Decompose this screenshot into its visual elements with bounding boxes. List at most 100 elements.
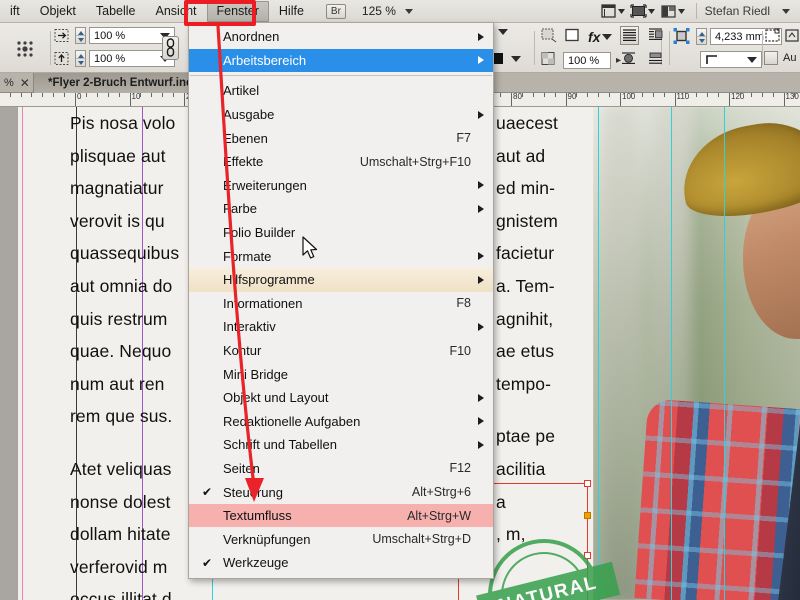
opacity-swatch-icon[interactable] — [563, 27, 582, 46]
menu-item-effekte[interactable]: Effekte Umschalt+Strg+F10 — [189, 150, 493, 174]
menu-item-kontur[interactable]: Kontur F10 — [189, 339, 493, 363]
menu-item-erweiterungen[interactable]: Erweiterungen — [189, 174, 493, 198]
menu-tabelle[interactable]: Tabelle — [86, 1, 146, 22]
menu-item-redaktionelle-aufgaben[interactable]: Redaktionelle Aufgaben — [189, 410, 493, 434]
body-text-line: facietur — [496, 243, 555, 264]
frame-handle-tr[interactable] — [584, 480, 591, 487]
mid-dropdown-2[interactable] — [492, 53, 521, 64]
menu-item-farbe[interactable]: Farbe — [189, 197, 493, 221]
view-mode-icon[interactable] — [630, 3, 656, 20]
ruler-label: 90 — [567, 93, 577, 101]
arrange-documents-icon[interactable] — [660, 3, 686, 20]
wrap-object-shape-icon[interactable] — [620, 50, 639, 69]
ruler-minor-tick — [173, 93, 175, 97]
menu-item-objekt-und-layout[interactable]: Objekt und Layout — [189, 386, 493, 410]
menu-item-arbeitsbereich[interactable]: Arbeitsbereich — [189, 48, 493, 73]
body-text-line: agnihit, — [496, 308, 554, 329]
photo-image[interactable] — [593, 107, 800, 600]
mid-dropdown-1[interactable] — [498, 29, 508, 35]
scale-y-icon — [54, 51, 69, 65]
menu-item-verknüpfungen[interactable]: Verknüpfungen Umschalt+Strg+D — [189, 527, 493, 551]
menu-item-label: Anordnen — [223, 29, 280, 45]
menu-item-textumfluss[interactable]: Textumfluss Alt+Strg+W — [189, 503, 493, 528]
chevron-down-icon[interactable] — [747, 56, 757, 63]
stroke-weight-stepper[interactable] — [696, 28, 707, 45]
user-menu-chevron-icon[interactable] — [782, 8, 790, 14]
menu-item-anordnen[interactable]: Anordnen — [189, 25, 493, 49]
menu-item-interaktiv[interactable]: Interaktiv — [189, 315, 493, 339]
menu-item-label: Interaktiv — [223, 319, 276, 335]
scale-y-group[interactable]: 100 % — [54, 50, 175, 67]
menu-item-werkzeuge[interactable]: ✔ Werkzeuge — [189, 551, 493, 575]
transparency-grid-icon[interactable] — [540, 51, 559, 70]
scale-y-stepper[interactable] — [75, 50, 86, 67]
menu-item-informationen[interactable]: Informationen F8 — [189, 292, 493, 316]
chevron-down-icon[interactable] — [498, 29, 508, 35]
opacity-group[interactable]: 100 % ▸ — [540, 51, 621, 70]
body-text-line: ae etus — [496, 341, 555, 362]
menu-item-formate[interactable]: Formate — [189, 244, 493, 268]
menu-item-label: Verknüpfungen — [223, 531, 311, 547]
constrain-proportions-button[interactable] — [162, 36, 179, 60]
menu-item-seiten[interactable]: Seiten F12 — [189, 457, 493, 481]
ruler-minor-tick — [630, 93, 632, 97]
menu-item-schrift-und-tabellen[interactable]: Schrift und Tabellen — [189, 433, 493, 457]
corner-style-group[interactable] — [700, 51, 762, 68]
photo-blur-1 — [603, 107, 637, 600]
auto-fit-group[interactable]: Au — [764, 51, 796, 65]
fx-button[interactable]: fx — [588, 29, 613, 45]
guide-margin-3[interactable] — [671, 107, 672, 600]
text-column-left[interactable]: Pis nosa volo plisquae aut magnatiatur vero… — [70, 107, 179, 600]
wrap-jump-object-icon[interactable] — [647, 50, 666, 69]
wrap-none-icon[interactable] — [620, 26, 639, 45]
ruler-label: 10 — [131, 93, 141, 101]
auto-fit-checkbox[interactable] — [764, 51, 778, 65]
scale-x-group[interactable]: 100 % — [54, 27, 175, 44]
menu-item-ebenen[interactable]: Ebenen F7 — [189, 126, 493, 150]
text-wrap-group[interactable] — [620, 26, 666, 45]
menu-item-mini-bridge[interactable]: Mini Bridge — [189, 362, 493, 386]
chevron-down-icon[interactable] — [405, 9, 414, 15]
close-icon[interactable]: ✕ — [20, 76, 30, 90]
chevron-down-icon[interactable] — [511, 55, 521, 62]
menu-item-steuerung[interactable]: ✔ Steuerung Alt+Strg+6 — [189, 480, 493, 504]
fit-content-proportionally-icon[interactable] — [783, 27, 800, 46]
guide-bleed[interactable] — [22, 107, 23, 600]
corner-style-field[interactable] — [700, 51, 762, 68]
menu-item-label: Mini Bridge — [223, 366, 289, 382]
menu-item-artikel[interactable]: Artikel — [189, 79, 493, 103]
opacity-field[interactable]: 100 % — [563, 52, 611, 69]
bridge-icon[interactable]: Br — [325, 3, 346, 19]
frame-fitting-group[interactable] — [764, 27, 800, 46]
menu-item-ausgabe[interactable]: Ausgabe — [189, 103, 493, 127]
fit-frame-to-content-icon[interactable] — [764, 27, 783, 46]
ruler-minor-tick — [685, 93, 687, 97]
ruler-minor-tick — [151, 93, 153, 97]
body-text-line: ed min- — [496, 178, 556, 199]
body-text-line: ptae pe — [496, 426, 556, 447]
menu-item-folio-builder[interactable]: Folio Builder — [189, 221, 493, 245]
screen-mode-icon[interactable] — [600, 3, 626, 20]
ruler-minor-tick — [652, 93, 654, 97]
menu-hilfe[interactable]: Hilfe — [269, 1, 314, 22]
menubar-divider — [695, 3, 697, 19]
menu-schrift[interactable]: ift — [0, 1, 30, 22]
ruler-minor-tick — [554, 93, 556, 97]
guide-margin-4[interactable] — [724, 107, 725, 600]
menu-objekt[interactable]: Objekt — [30, 1, 86, 22]
scale-x-stepper[interactable] — [75, 27, 86, 44]
frame-handle-mid[interactable] — [584, 512, 591, 519]
guide-margin-2[interactable] — [598, 107, 599, 600]
menu-item-hilfsprogramme[interactable]: Hilfsprogramme — [189, 267, 493, 292]
ruler-label: 120 — [731, 93, 745, 101]
chevron-down-icon[interactable] — [602, 33, 613, 40]
cb-divider-5 — [762, 31, 763, 65]
effects-group[interactable]: fx — [540, 27, 613, 46]
text-wrap-group-2[interactable] — [620, 50, 666, 69]
zoom-level-field[interactable]: 125 % — [362, 4, 414, 18]
drop-shadow-icon[interactable] — [540, 27, 559, 46]
fenster-dropdown-menu[interactable]: Anordnen Arbeitsbereich Artikel Ausgabe Eben… — [188, 22, 494, 579]
wrap-bounding-box-icon[interactable] — [647, 26, 666, 45]
reference-point-widget[interactable] — [14, 39, 36, 59]
submenu-arrow-icon — [478, 417, 484, 426]
